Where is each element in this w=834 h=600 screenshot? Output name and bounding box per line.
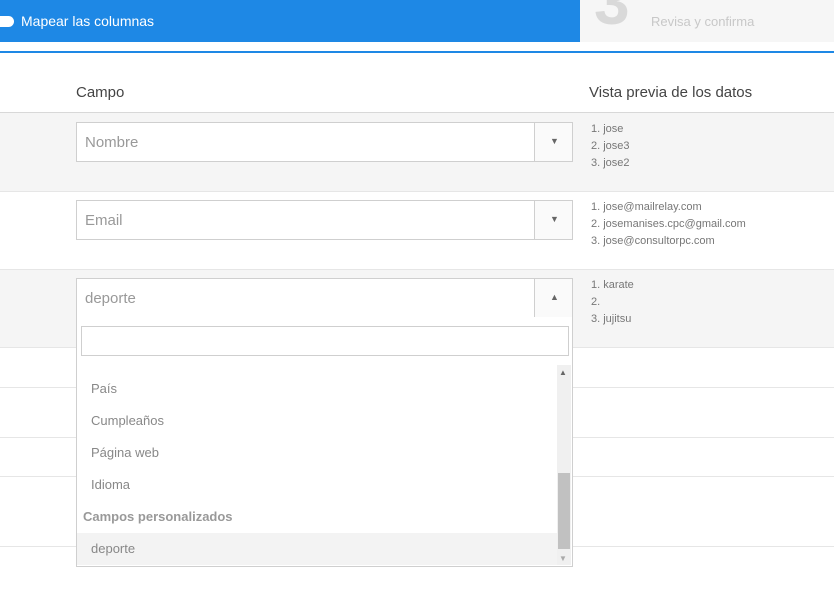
dropdown-search-input[interactable] (81, 326, 569, 356)
dropdown-toggle[interactable]: ▼ (534, 201, 572, 239)
field-select-value: deporte (85, 290, 136, 307)
preview-line: 3. jujitsu (591, 313, 632, 325)
data-preview: 1. jose@mailrelay.com 2. josemanises.cpc… (591, 199, 746, 250)
mapping-row: Nombre ▼ 1. jose 2. jose3 3. jose2 (0, 113, 834, 192)
dropdown-group-label: Campos personalizados (83, 509, 233, 524)
step-review-confirm: 3 Revisa y confirma (580, 0, 834, 42)
scroll-down-icon[interactable]: ▼ (559, 554, 567, 563)
preview-line: 2. (591, 296, 601, 308)
chevron-down-icon: ▼ (550, 214, 559, 224)
data-preview: 1. jose 2. jose3 3. jose2 (591, 121, 630, 172)
field-select-value: Email (85, 212, 123, 229)
dropdown-scrollbar[interactable]: ▲ ▼ (557, 365, 571, 565)
dropdown-option-label: deporte (91, 541, 136, 556)
preview-line: 1. karate (591, 279, 634, 291)
preview-line: 1. jose@mailrelay.com (591, 201, 702, 213)
preview-line: 2. jose3 (591, 140, 630, 152)
field-select-email[interactable]: Email ▼ (76, 200, 573, 240)
dropdown-toggle[interactable]: ▼ (534, 123, 572, 161)
field-dropdown-panel: País Cumpleaños Página web Idioma Campos… (76, 317, 573, 567)
dropdown-toggle[interactable]: ▲ (534, 279, 572, 317)
preview-line: 1. jose (591, 123, 624, 135)
chevron-up-icon: ▲ (550, 292, 559, 302)
field-select-nombre[interactable]: Nombre ▼ (76, 122, 573, 162)
step-map-columns: Mapear las columnas (0, 0, 580, 42)
preview-line: 3. jose2 (591, 157, 630, 169)
dropdown-option[interactable]: Cumpleaños (91, 413, 164, 428)
step-number: 3 (594, 0, 630, 38)
mapping-row: Email ▼ 1. jose@mailrelay.com 2. joseman… (0, 192, 834, 270)
column-header-field: Campo (76, 84, 125, 101)
field-select-deporte[interactable]: deporte ▲ (76, 278, 573, 318)
dropdown-option[interactable]: País (91, 381, 117, 396)
chevron-down-icon: ▼ (550, 136, 559, 146)
stepper-underline (0, 51, 834, 53)
scroll-up-icon[interactable]: ▲ (559, 368, 567, 377)
dropdown-option-selected[interactable]: deporte (77, 533, 557, 565)
preview-line: 2. josemanises.cpc@gmail.com (591, 218, 746, 230)
scrollbar-thumb[interactable] (558, 473, 570, 549)
step-map-columns-label: Mapear las columnas (21, 13, 155, 29)
stepper-bar: Mapear las columnas 3 Revisa y confirma (0, 0, 834, 54)
step-indicator-icon (0, 16, 14, 27)
step-review-confirm-label: Revisa y confirma (651, 14, 755, 29)
column-header-preview: Vista previa de los datos (589, 84, 753, 101)
field-select-value: Nombre (85, 134, 139, 151)
data-preview: 1. karate 2. 3. jujitsu (591, 277, 634, 328)
dropdown-option[interactable]: Página web (91, 445, 159, 460)
dropdown-option[interactable]: Idioma (91, 477, 130, 492)
preview-line: 3. jose@consultorpc.com (591, 235, 715, 247)
